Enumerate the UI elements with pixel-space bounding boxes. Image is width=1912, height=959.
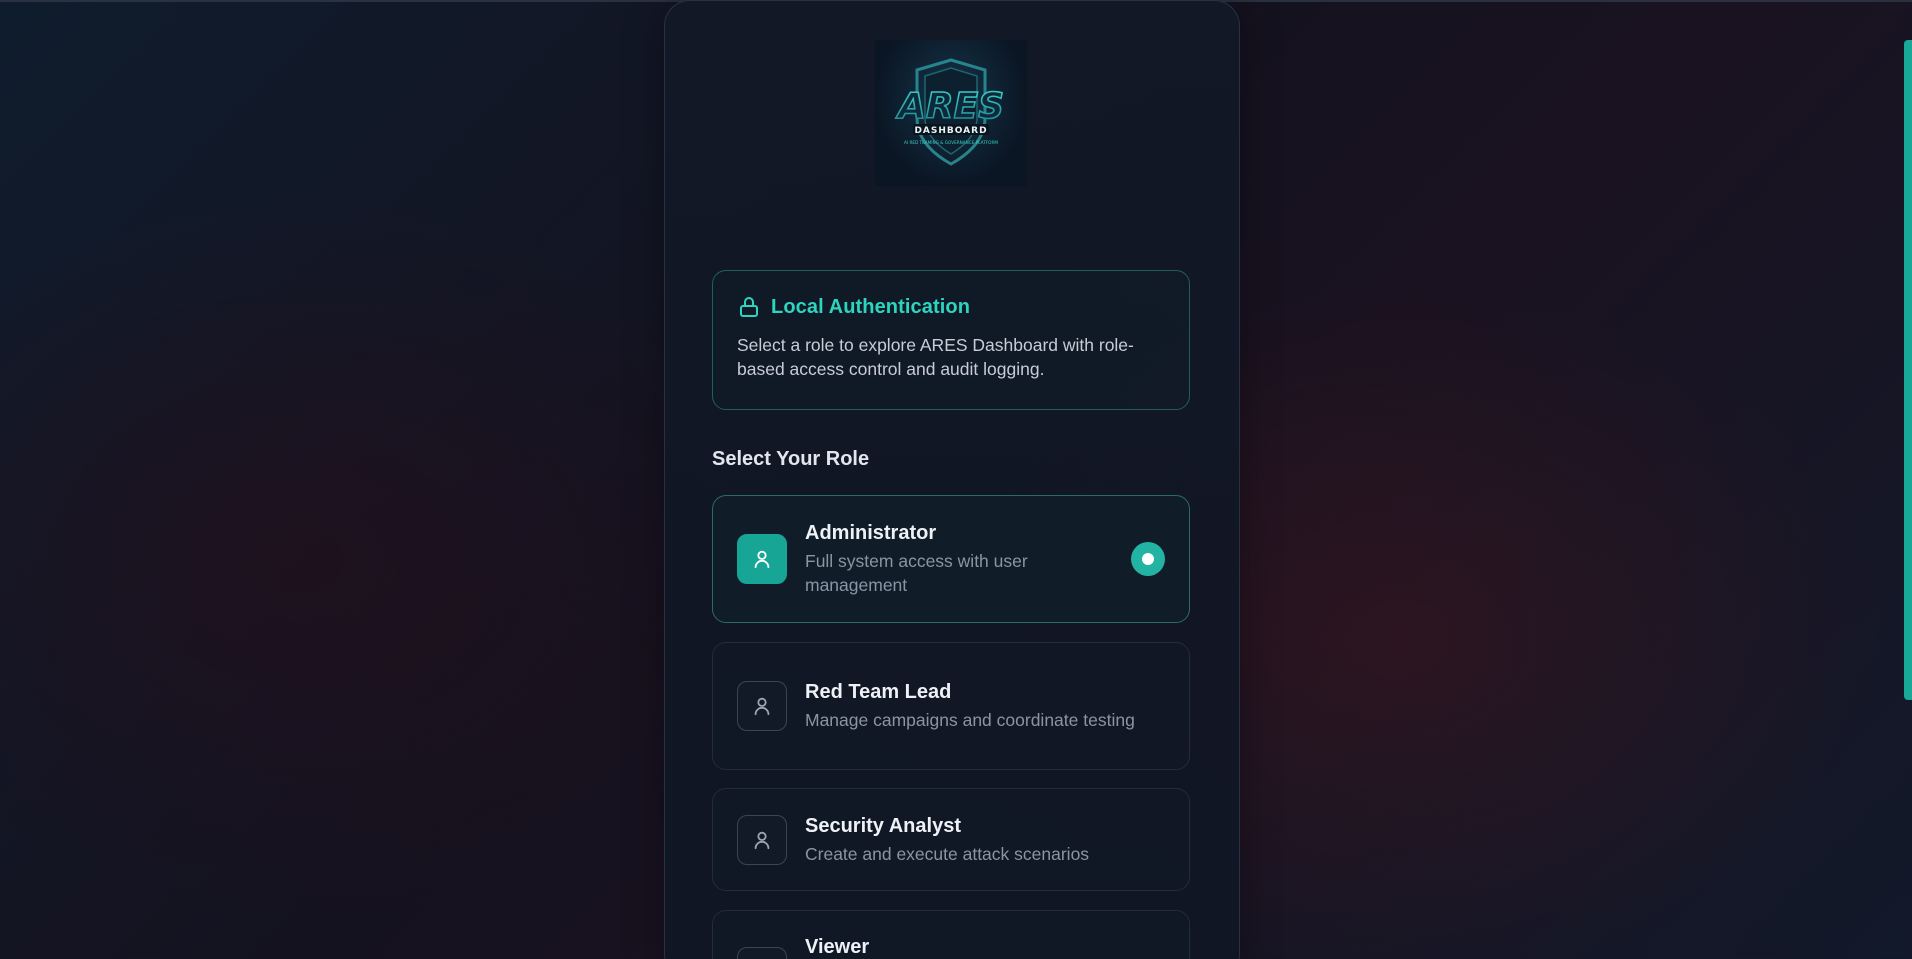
logo-subtitle: DASHBOARD: [914, 126, 987, 136]
lock-icon: [737, 295, 761, 319]
role-name: Viewer: [805, 936, 870, 958]
user-icon: [737, 947, 787, 959]
ares-logo: ARES DASHBOARD AI RED TEAMING & GOVERNAN…: [875, 40, 1027, 186]
role-option-security-analyst[interactable]: Security Analyst Create and execute atta…: [712, 788, 1190, 891]
user-icon: [737, 814, 787, 865]
auth-description: Select a role to explore ARES Dashboard …: [737, 335, 1134, 379]
auth-info-box: Local Authentication Select a role to ex…: [712, 270, 1190, 410]
radio-dot-icon: [1142, 553, 1154, 565]
role-section-title: Select Your Role: [712, 448, 870, 470]
ares-shield-logo-icon: ARES DASHBOARD AI RED TEAMING & GOVERNAN…: [894, 58, 1005, 166]
role-description: Create and execute attack scenarios: [805, 843, 1090, 864]
selected-radio-indicator[interactable]: [1131, 542, 1165, 576]
role-name: Administrator: [805, 522, 937, 544]
role-option-viewer[interactable]: Viewer: [712, 910, 1190, 959]
logo-wordmark: ARES: [895, 86, 1004, 127]
role-name: Security Analyst: [805, 814, 961, 837]
page-scrollbar[interactable]: [1904, 40, 1912, 700]
role-description: Manage campaigns and coordinate testing: [805, 710, 1135, 730]
user-icon: [737, 534, 787, 584]
auth-title: Local Authentication: [771, 295, 971, 318]
user-icon: [737, 681, 787, 731]
role-name: Red Team Lead: [805, 681, 952, 703]
role-option-administrator[interactable]: Administrator Full system access with us…: [712, 495, 1190, 623]
logo-tagline: AI RED TEAMING & GOVERNANCE PLATFORM: [904, 140, 998, 145]
role-description: Full system access with user management: [805, 551, 1028, 595]
role-option-red-team-lead[interactable]: Red Team Lead Manage campaigns and coord…: [712, 642, 1190, 770]
